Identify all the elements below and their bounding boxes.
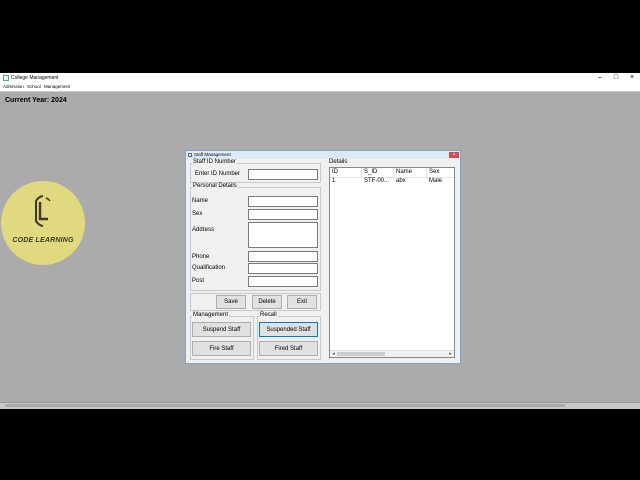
table-scroll-thumb[interactable]	[337, 352, 385, 356]
logo-text: CODE LEARNING	[12, 237, 74, 244]
current-year-label: Current Year: 2024	[5, 97, 67, 104]
column-header-id[interactable]: ID	[330, 168, 362, 177]
cell-id: 1	[332, 178, 336, 184]
post-input[interactable]	[248, 276, 318, 287]
scroll-left-icon[interactable]: ◂	[330, 351, 337, 357]
save-button[interactable]: Save	[216, 295, 246, 309]
address-input[interactable]	[248, 222, 318, 248]
personal-details-group-label: Personal Details	[192, 183, 238, 190]
dialog-close-button[interactable]: ×	[449, 152, 459, 158]
table-row[interactable]: 1 STF-00... abx Male	[330, 177, 454, 186]
scroll-right-icon[interactable]: ▸	[447, 351, 454, 357]
logo-letter-icon	[35, 195, 51, 227]
menu-management[interactable]: Management	[44, 83, 70, 91]
phone-input[interactable]	[248, 251, 318, 262]
menu-school[interactable]: School	[27, 83, 41, 91]
suspended-staff-button[interactable]: Suspended Staff	[259, 322, 318, 337]
cell-name: abx	[396, 178, 406, 184]
app-title: College Management	[11, 75, 59, 81]
name-input[interactable]	[248, 196, 318, 207]
bottom-scrollbar-thumb[interactable]	[5, 404, 565, 407]
app-titlebar: College Management – □ ×	[0, 73, 640, 83]
post-label: Post	[192, 278, 205, 284]
cell-sex: Male	[429, 178, 443, 184]
recall-group-label: Recall	[259, 312, 278, 319]
staff-id-group-label: Staff ID Number	[192, 159, 237, 166]
code-learning-logo: CODE LEARNING	[1, 181, 85, 265]
maximize-button[interactable]: □	[608, 73, 624, 83]
column-header-name[interactable]: Name	[394, 168, 427, 177]
delete-button[interactable]: Delete	[252, 295, 282, 309]
cell-s-id: STF-00...	[364, 178, 390, 184]
close-window-button[interactable]: ×	[624, 73, 640, 83]
qualification-input[interactable]	[248, 263, 318, 274]
enter-id-input[interactable]	[248, 169, 318, 180]
sex-label: Sex	[192, 211, 203, 217]
dialog-titlebar: Staff Management ×	[186, 151, 460, 159]
dialog-icon	[188, 153, 192, 157]
phone-label: Phone	[192, 254, 210, 260]
fire-staff-button[interactable]: Fire Staff	[192, 341, 251, 356]
details-group-label: Details	[328, 159, 349, 166]
exit-button[interactable]: Exit	[287, 295, 317, 309]
staff-details-table[interactable]: ID S_ID Name Sex 1 STF-00... abx Male ◂ …	[329, 167, 455, 358]
fired-staff-button[interactable]: Fired Staff	[259, 341, 318, 356]
app-icon	[3, 75, 9, 81]
menu-admission[interactable]: Admission	[3, 83, 24, 91]
suspend-staff-button[interactable]: Suspend Staff	[192, 322, 251, 337]
column-header-sex[interactable]: Sex	[427, 168, 454, 177]
bottom-scrollbar[interactable]	[0, 402, 640, 409]
qualification-label: Qualification	[192, 265, 226, 271]
table-horizontal-scrollbar[interactable]: ◂ ▸	[330, 350, 454, 357]
name-label: Name	[192, 198, 209, 204]
management-group-label: Management	[192, 312, 230, 319]
minimize-button[interactable]: –	[592, 73, 608, 83]
enter-id-label: Enter ID Number	[195, 171, 241, 177]
sex-input[interactable]	[248, 209, 318, 220]
address-label: Address	[192, 227, 215, 233]
column-header-s-id[interactable]: S_ID	[362, 168, 394, 177]
dialog-title: Staff Management	[194, 152, 231, 157]
menu-bar: Admission School Management	[0, 83, 640, 92]
